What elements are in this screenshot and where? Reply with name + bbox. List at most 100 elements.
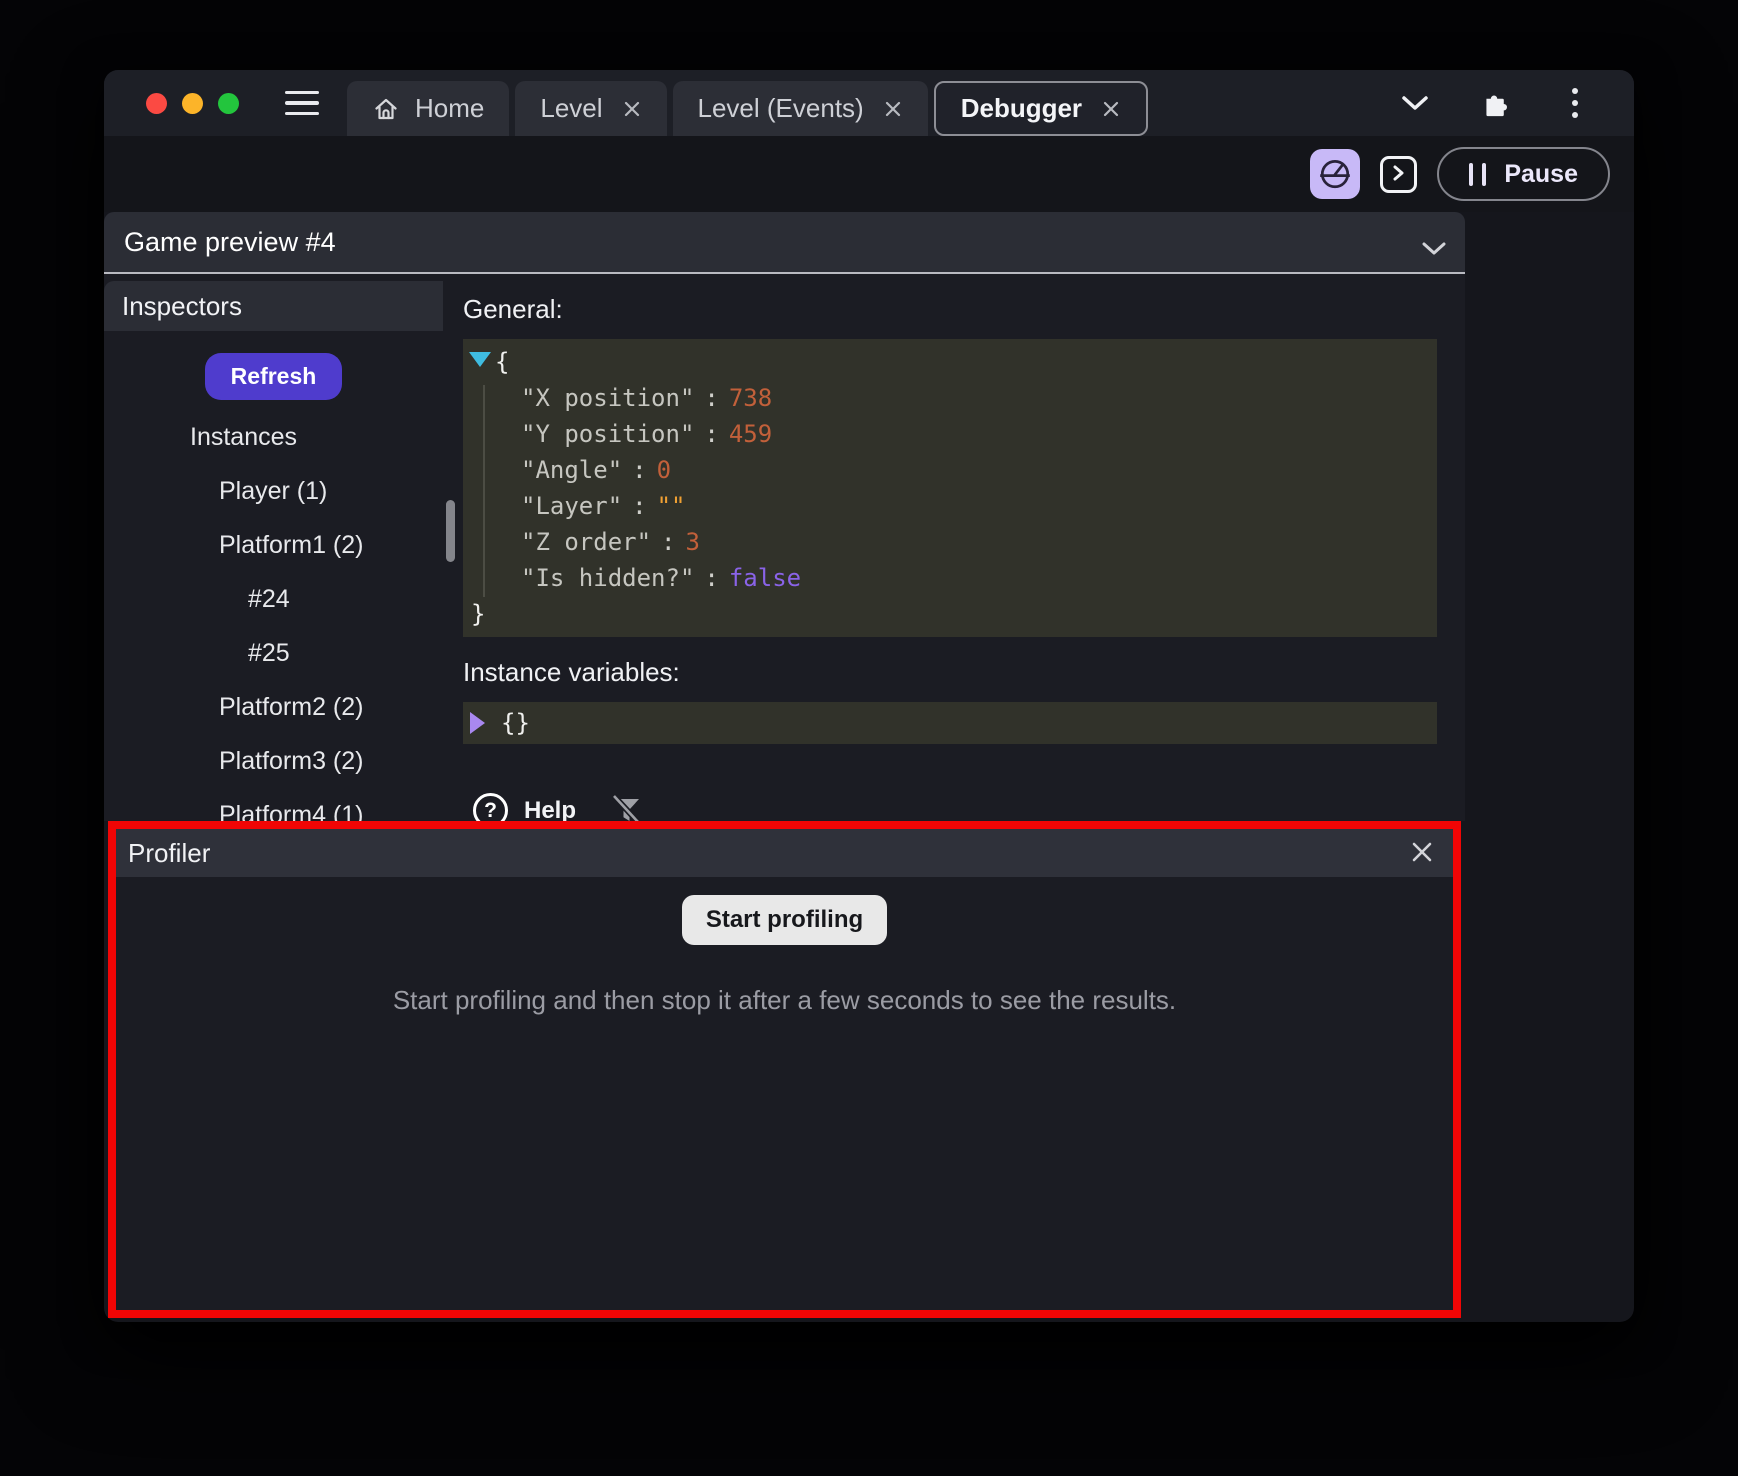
- tab-level[interactable]: Level: [515, 81, 666, 136]
- json-property-row: "Angle":0: [463, 452, 1437, 488]
- main-menu-icon[interactable]: [285, 91, 319, 116]
- json-key: "Z order": [521, 528, 651, 556]
- tree-item-label: #25: [248, 639, 290, 668]
- general-json-viewer: { "X position":738"Y position":459"Angle…: [463, 339, 1437, 637]
- collapse-arrow-icon[interactable]: [469, 352, 491, 367]
- game-preview-selector[interactable]: Game preview #4: [104, 212, 1465, 274]
- json-value: 3: [686, 528, 700, 556]
- profiler-body: Start profiling Start profiling and then…: [116, 877, 1453, 1016]
- tab-strip: Home Level Level (Events) Debugger: [347, 70, 1148, 136]
- minimize-window-icon[interactable]: [182, 93, 203, 114]
- tab-close-icon[interactable]: [883, 99, 903, 119]
- instances-tree-item[interactable]: Instances: [104, 410, 443, 464]
- instances-tree-item[interactable]: Platform4 (1): [104, 788, 443, 821]
- tree-item-label: Player (1): [219, 477, 327, 506]
- indent-guide: [483, 385, 485, 597]
- instances-tree-item[interactable]: Platform1 (2): [104, 518, 443, 572]
- json-key: "Y position": [521, 420, 694, 448]
- json-rows: "X position":738"Y position":459"Angle":…: [463, 380, 1437, 596]
- profiler-toggle-button[interactable]: [1310, 149, 1360, 199]
- inspectors-sidebar: Inspectors Refresh Instances Player (1) …: [104, 274, 443, 821]
- tab-label: Level (Events): [698, 93, 864, 124]
- json-key: "X position": [521, 384, 694, 412]
- tab-home[interactable]: Home: [347, 81, 509, 136]
- instances-tree-item[interactable]: #25: [104, 626, 443, 680]
- speedometer-icon: [1317, 155, 1353, 194]
- json-property-row: "X position":738: [463, 380, 1437, 416]
- tab-close-icon[interactable]: [1101, 99, 1121, 119]
- json-colon: :: [704, 420, 718, 448]
- debugger-main: Inspectors Refresh Instances Player (1) …: [104, 274, 1465, 821]
- pause-button[interactable]: Pause: [1437, 147, 1610, 201]
- instances-tree-item[interactable]: Platform3 (2): [104, 734, 443, 788]
- json-value: 738: [729, 384, 772, 412]
- more-options-icon[interactable]: [1560, 88, 1590, 118]
- json-value: "": [657, 492, 686, 520]
- json-key: "Layer": [521, 492, 622, 520]
- close-profiler-button[interactable]: [1409, 839, 1435, 868]
- window-controls: [146, 93, 239, 114]
- json-colon: :: [704, 564, 718, 592]
- tree-item-label: Platform4 (1): [219, 801, 363, 822]
- instances-tree-item[interactable]: Platform2 (2): [104, 680, 443, 734]
- tree-item-label: #24: [248, 585, 290, 614]
- expand-arrow-icon[interactable]: [470, 712, 485, 734]
- home-icon: [372, 95, 400, 123]
- json-property-row: "Z order":3: [463, 524, 1437, 560]
- instances-tree-item[interactable]: Player (1): [104, 464, 443, 518]
- profiler-description: Start profiling and then stop it after a…: [116, 985, 1453, 1016]
- zoom-window-icon[interactable]: [218, 93, 239, 114]
- close-icon: [1409, 839, 1435, 868]
- tab-label: Debugger: [961, 93, 1082, 124]
- titlebar-icons: [1400, 70, 1590, 136]
- json-key: "Angle": [521, 456, 622, 484]
- json-value: false: [729, 564, 801, 592]
- tab-label: Level: [540, 93, 602, 124]
- pause-button-label: Pause: [1504, 160, 1578, 189]
- profiler-title: Profiler: [128, 838, 210, 869]
- tree-item-label: Instances: [190, 423, 297, 452]
- json-key: "Is hidden?": [521, 564, 694, 592]
- json-property-row: "Y position":459: [463, 416, 1437, 452]
- inspectors-header: Inspectors: [104, 281, 443, 331]
- json-property-row: "Layer": "": [463, 488, 1437, 524]
- tree-item-label: Platform2 (2): [219, 693, 363, 722]
- start-profiling-button[interactable]: Start profiling: [682, 895, 887, 945]
- json-open-brace: {: [463, 344, 1437, 380]
- instance-variables-title: Instance variables:: [463, 657, 1465, 688]
- app-window: Home Level Level (Events) Debugger: [104, 70, 1634, 1322]
- chevron-down-icon[interactable]: [1400, 95, 1430, 111]
- instance-variables-value: {}: [501, 709, 530, 737]
- json-property-row: "Is hidden?": false: [463, 560, 1437, 596]
- instance-variables-viewer: {}: [463, 702, 1437, 744]
- json-value: 0: [657, 456, 671, 484]
- game-preview-title: Game preview #4: [124, 227, 336, 258]
- tree-item-label: Platform1 (2): [219, 531, 363, 560]
- inspector-detail-panel: General: { "X position":738"Y position":…: [443, 274, 1465, 821]
- general-section-title: General:: [463, 294, 1465, 325]
- profiler-panel: Profiler Start profiling Start profiling…: [108, 821, 1461, 1318]
- tab-close-icon[interactable]: [622, 99, 642, 119]
- inspectors-title: Inspectors: [122, 291, 242, 322]
- json-value: 459: [729, 420, 772, 448]
- debugger-toolbar: Pause: [104, 136, 1634, 212]
- json-colon: :: [632, 456, 646, 484]
- json-close-brace: }: [463, 596, 1437, 632]
- profiler-header: Profiler: [116, 829, 1453, 877]
- pause-icon: [1469, 163, 1486, 186]
- extensions-puzzle-icon[interactable]: [1480, 88, 1510, 118]
- instances-tree: Instances Player (1) Platform1 (2) #24 #…: [104, 410, 443, 821]
- close-window-icon[interactable]: [146, 93, 167, 114]
- json-colon: :: [632, 492, 646, 520]
- json-colon: :: [661, 528, 675, 556]
- console-button[interactable]: [1380, 156, 1417, 193]
- tab-label: Home: [415, 93, 484, 124]
- instances-tree-item[interactable]: #24: [104, 572, 443, 626]
- chevron-down-icon[interactable]: [1421, 232, 1447, 263]
- tree-item-label: Platform3 (2): [219, 747, 363, 776]
- tab-debugger[interactable]: Debugger: [934, 81, 1148, 136]
- tab-level-events-[interactable]: Level (Events): [673, 81, 928, 136]
- tab-bar: Home Level Level (Events) Debugger: [104, 70, 1634, 136]
- refresh-button[interactable]: Refresh: [205, 353, 343, 400]
- json-colon: :: [704, 384, 718, 412]
